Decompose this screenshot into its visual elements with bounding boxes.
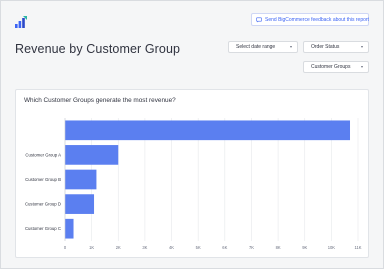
report-frame: Send BigCommerce feedback about this rep… — [0, 0, 384, 269]
date-range-dropdown[interactable]: Select date range — [228, 41, 298, 53]
bar[interactable] — [65, 169, 97, 190]
category-label: Customer Group D — [25, 202, 61, 207]
x-tick-label: 8K — [276, 245, 281, 250]
category-label: Customer Group B — [25, 177, 61, 182]
bar[interactable] — [65, 145, 119, 165]
page-title: Revenue by Customer Group — [15, 42, 181, 56]
category-label: Customer Group C — [25, 226, 61, 231]
x-tick-label: 6K — [222, 245, 227, 250]
chevron-down-icon — [361, 46, 363, 48]
x-tick-label: 5K — [196, 245, 201, 250]
chevron-down-icon — [290, 46, 292, 48]
chevron-down-icon — [361, 66, 363, 68]
bar[interactable] — [65, 218, 74, 239]
feedback-button[interactable]: Send BigCommerce feedback about this rep… — [251, 13, 369, 26]
x-tick-label: 10K — [328, 245, 336, 250]
feedback-label: Send BigCommerce feedback about this rep… — [265, 16, 369, 23]
feedback-icon — [256, 17, 262, 22]
chart-card: Which Customer Groups generate the most … — [15, 89, 369, 258]
x-tick-label: 3K — [142, 245, 147, 250]
x-tick-label: 11K — [355, 245, 362, 250]
x-tick-label: 2K — [116, 245, 121, 250]
category-label: Customer Group A — [25, 152, 61, 157]
bar[interactable] — [65, 120, 351, 141]
bar[interactable] — [65, 194, 95, 214]
date-range-label: Select date range — [236, 44, 276, 50]
customer-groups-dropdown[interactable]: Customer Groups — [303, 61, 369, 73]
order-status-dropdown[interactable]: Order Status — [303, 41, 369, 53]
x-tick-label: 7K — [249, 245, 254, 250]
x-tick-label: 9K — [302, 245, 307, 250]
bigcommerce-logo-icon — [15, 16, 27, 28]
x-tick-label: 4K — [169, 245, 174, 250]
order-status-label: Order Status — [311, 44, 340, 50]
x-tick-label: 1K — [89, 245, 94, 250]
customer-groups-label: Customer Groups — [311, 64, 351, 70]
revenue-bar-chart: 0 1K 2K 3K 4K 5K 6K 7K 8K 9K 10K 11K Customer Group … — [25, 118, 362, 250]
x-tick-label: 0 — [64, 245, 67, 250]
